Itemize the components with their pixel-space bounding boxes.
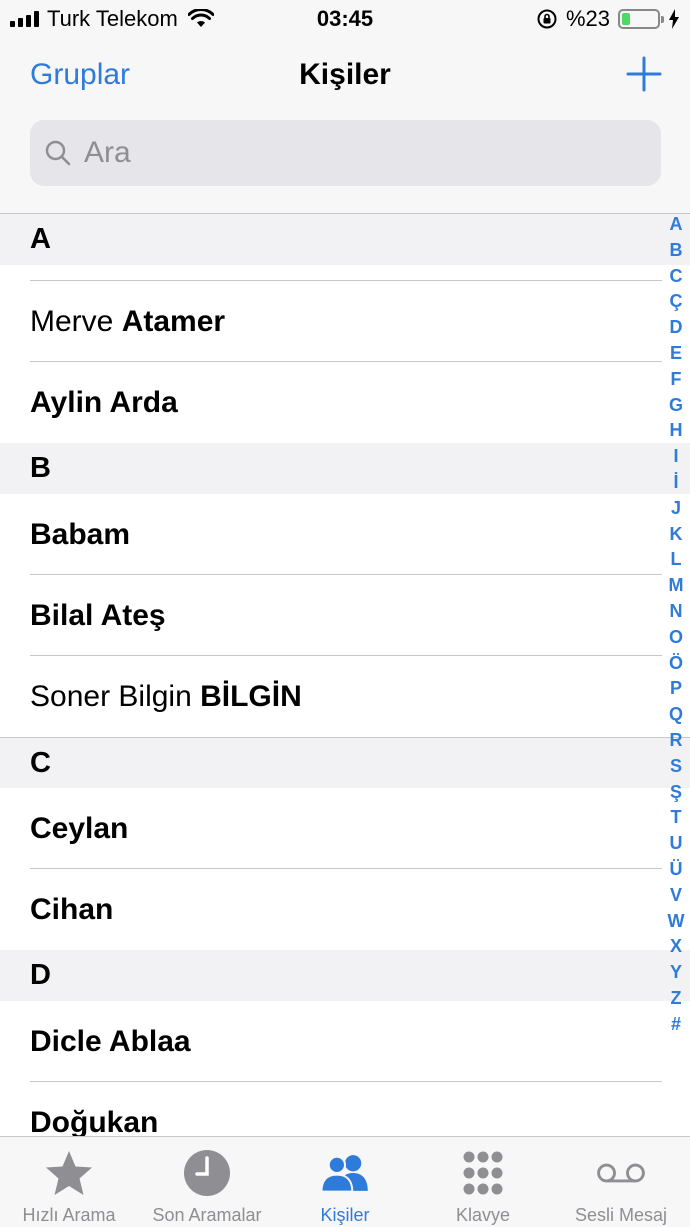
index-letter[interactable]: F (671, 367, 682, 393)
status-bar: Turk Telekom 03:45 %23 (0, 0, 690, 40)
contact-row[interactable]: Doğukan (0, 1082, 690, 1136)
section-header-c: C (0, 737, 690, 788)
index-letter[interactable]: H (670, 418, 683, 444)
index-letter[interactable]: A (670, 212, 683, 238)
search-input[interactable]: Ara (30, 120, 661, 186)
tab-label: Son Aramalar (152, 1205, 262, 1225)
section-header-a: A (0, 214, 690, 265)
keypad-icon (463, 1151, 503, 1195)
add-contact-button[interactable] (626, 56, 662, 92)
battery-percentage: %23 (565, 6, 610, 31)
contact-first-name: Merve (30, 304, 114, 338)
contact-name: Cihan (30, 892, 114, 926)
index-letter[interactable]: T (671, 805, 682, 831)
index-letter[interactable]: C (670, 264, 683, 290)
index-letter[interactable]: Z (671, 986, 682, 1012)
charging-bolt-icon (669, 9, 679, 29)
tab-label: Kişiler (320, 1205, 370, 1225)
page-title: Kişiler (299, 58, 391, 91)
index-letter[interactable]: İ (673, 470, 678, 496)
index-letter[interactable]: N (670, 599, 683, 625)
index-letter[interactable]: U (670, 831, 683, 857)
index-letter[interactable]: B (670, 238, 683, 264)
index-letter[interactable]: K (670, 522, 683, 548)
contact-row[interactable]: Bilal Ateş (0, 575, 690, 656)
tab-label: Klavye (455, 1205, 511, 1225)
contact-first-name: Soner Bilgin (30, 679, 192, 713)
contact-row[interactable]: Aylin Arda (0, 362, 690, 443)
index-letter[interactable]: X (670, 934, 682, 960)
contact-row[interactable]: Babam (0, 494, 690, 575)
index-letter[interactable]: M (669, 573, 684, 599)
contact-last-name: Atamer (121, 304, 226, 338)
index-letter[interactable]: S (670, 754, 682, 780)
status-right: %23 (536, 6, 680, 32)
groups-button[interactable]: Gruplar (30, 58, 130, 92)
contact-row[interactable]: Merve Atamer (0, 265, 690, 362)
tab-contacts[interactable]: Kişiler (276, 1137, 414, 1227)
contact-list[interactable]: A Merve Atamer Aylin Arda B Babam Bilal … (0, 214, 690, 1136)
section-index[interactable]: A B C Ç D E F G H I İ J K L M N O Ö P Q R S Ş T U Ü V W X Y Z # (666, 212, 686, 1038)
index-letter[interactable]: Ü (670, 857, 683, 883)
index-letter[interactable]: V (670, 883, 682, 909)
index-letter[interactable]: L (671, 547, 682, 573)
contact-last-name: BİLGİN (200, 679, 302, 713)
contact-name: Dicle Ablaa (30, 1024, 191, 1058)
rotation-lock-icon (537, 9, 557, 29)
tab-label: Hızlı Arama (22, 1205, 116, 1225)
contact-row[interactable]: Dicle Ablaa (0, 1001, 690, 1082)
index-letter[interactable]: Q (669, 702, 683, 728)
section-header-b: B (0, 443, 690, 494)
contact-row[interactable]: Cihan (0, 869, 690, 950)
tab-label: Sesli Mesaj (574, 1205, 668, 1225)
tab-voicemail[interactable]: Sesli Mesaj (552, 1137, 690, 1227)
navigation-bar: Gruplar Kişiler Ara (0, 40, 690, 214)
index-letter[interactable]: G (669, 393, 683, 419)
tab-keypad[interactable]: Klavye (414, 1137, 552, 1227)
index-letter[interactable]: P (670, 676, 682, 702)
contact-name: Babam (30, 517, 131, 551)
contact-name: Aylin Arda (30, 385, 178, 419)
index-letter[interactable]: # (671, 1012, 681, 1038)
index-letter[interactable]: O (669, 625, 683, 651)
index-letter[interactable]: J (671, 496, 681, 522)
contact-row[interactable]: Soner Bilgin BİLGİN (0, 656, 690, 737)
contact-name: Doğukan (30, 1105, 159, 1137)
index-letter[interactable]: I (673, 444, 678, 470)
index-letter[interactable]: E (670, 341, 682, 367)
contacts-icon (320, 1155, 368, 1193)
tab-bar: Hızlı Arama Son Aramalar Kişiler Klavye (0, 1136, 690, 1227)
tab-favorites[interactable]: Hızlı Arama (0, 1137, 138, 1227)
index-letter[interactable]: Ç (670, 289, 683, 315)
battery-level (622, 13, 630, 25)
battery-icon (618, 9, 664, 29)
index-letter[interactable]: Ö (669, 651, 683, 677)
index-letter[interactable]: R (670, 728, 683, 754)
search-placeholder: Ara (84, 136, 131, 169)
contact-name: Ceylan (30, 811, 129, 845)
section-header-d: D (0, 950, 690, 1001)
tab-recents[interactable]: Son Aramalar (138, 1137, 276, 1227)
index-letter[interactable]: D (670, 315, 683, 341)
voicemail-icon (597, 1163, 645, 1183)
clock-icon (184, 1150, 230, 1196)
star-icon (46, 1151, 92, 1195)
index-letter[interactable]: Y (670, 960, 682, 986)
contact-row[interactable]: Ceylan (0, 788, 690, 869)
search-icon (45, 140, 71, 166)
index-letter[interactable]: W (668, 909, 685, 935)
index-letter[interactable]: Ş (670, 780, 682, 806)
contact-name: Bilal Ateş (30, 598, 166, 632)
